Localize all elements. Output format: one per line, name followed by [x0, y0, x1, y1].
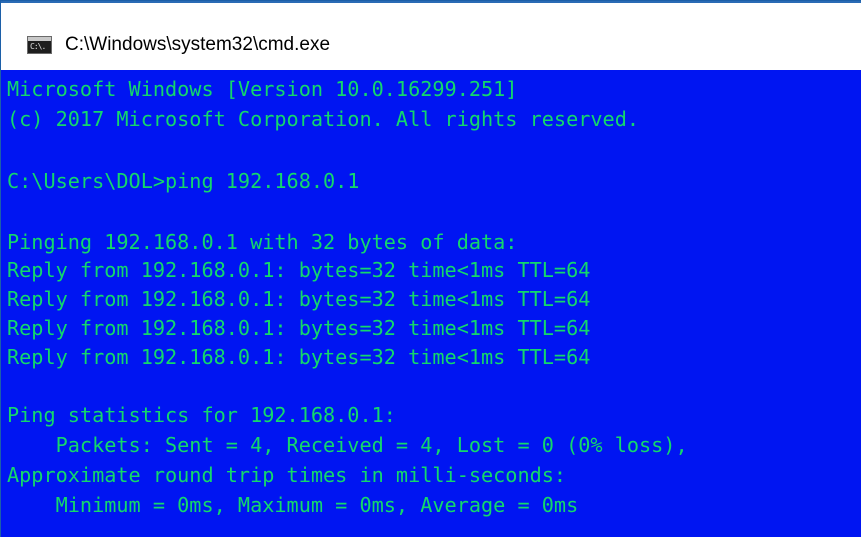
cmd-window: C:\. C:\Windows\system32\cmd.exe Microso… [0, 0, 861, 537]
console-line: Microsoft Windows [Version 10.0.16299.25… [7, 77, 518, 101]
console-line: (c) 2017 Microsoft Corporation. All righ… [7, 107, 640, 131]
console-line: Reply from 192.168.0.1: bytes=32 time<1m… [7, 287, 591, 311]
console-line: Packets: Sent = 4, Received = 4, Lost = … [7, 433, 688, 457]
console-line: C:\Users\DOL>ping 192.168.0.1 [7, 169, 360, 193]
console-line: Pinging 192.168.0.1 with 32 bytes of dat… [7, 230, 518, 254]
console-line: Reply from 192.168.0.1: bytes=32 time<1m… [7, 316, 591, 340]
cmd-icon[interactable]: C:\. [27, 36, 52, 54]
title-bar[interactable]: C:\. C:\Windows\system32\cmd.exe [1, 1, 861, 70]
console-line: Approximate round trip times in milli-se… [7, 463, 567, 487]
cmd-icon-glyph: C:\. [30, 42, 46, 51]
console-line: Reply from 192.168.0.1: bytes=32 time<1m… [7, 345, 591, 369]
window-title: C:\Windows\system32\cmd.exe [65, 34, 331, 55]
console-line: Ping statistics for 192.168.0.1: [7, 403, 396, 427]
console-output[interactable]: Microsoft Windows [Version 10.0.16299.25… [1, 70, 861, 537]
console-line: Reply from 192.168.0.1: bytes=32 time<1m… [7, 258, 591, 282]
console-line: Minimum = 0ms, Maximum = 0ms, Average = … [7, 493, 579, 517]
